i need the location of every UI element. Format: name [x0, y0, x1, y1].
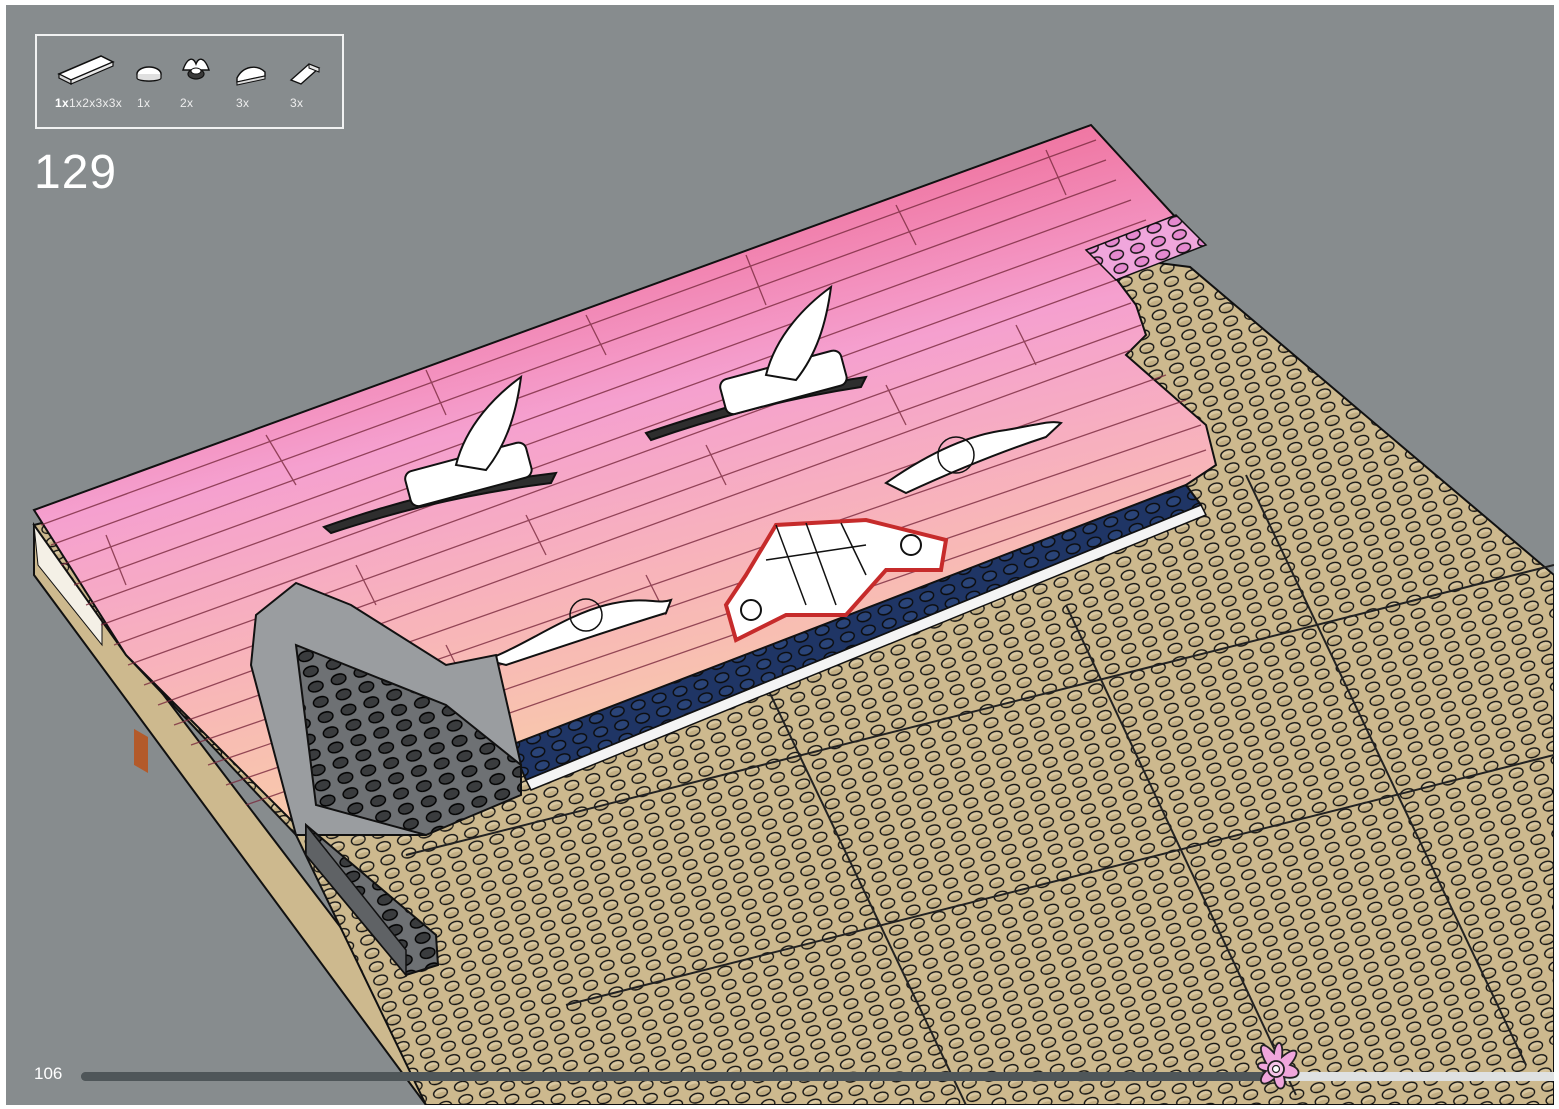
instruction-page: 1x1x2x3x3x 1x 2x 3x 3x 129 106	[6, 5, 1554, 1105]
white-tile-1x2x3x3x-icon	[55, 48, 117, 86]
white-round-tile-icon	[134, 64, 164, 86]
part-qty-2: 1x	[137, 96, 151, 110]
progress-bar-fill	[81, 1072, 1280, 1081]
part-qty-5: 3x	[290, 96, 304, 110]
progress-bar[interactable]	[81, 1072, 1554, 1081]
part-qty-4: 3x	[236, 96, 250, 110]
progress-flower-icon[interactable]	[1252, 1035, 1308, 1102]
page-number: 106	[34, 1064, 63, 1083]
build-scene-illustration	[32, 123, 1554, 1105]
progress-bar-remaining	[1280, 1072, 1554, 1081]
white-wing-element-icon	[179, 54, 213, 84]
step-number: 129	[34, 146, 118, 199]
part-qty-3: 2x	[180, 96, 194, 110]
part-qty-1: 1x1x2x3x3x	[55, 96, 123, 110]
parts-list-box: 1x1x2x3x3x 1x 2x 3x 3x	[35, 34, 344, 129]
white-curved-slope-icon	[233, 60, 269, 86]
white-wedge-tile-icon	[287, 58, 323, 86]
